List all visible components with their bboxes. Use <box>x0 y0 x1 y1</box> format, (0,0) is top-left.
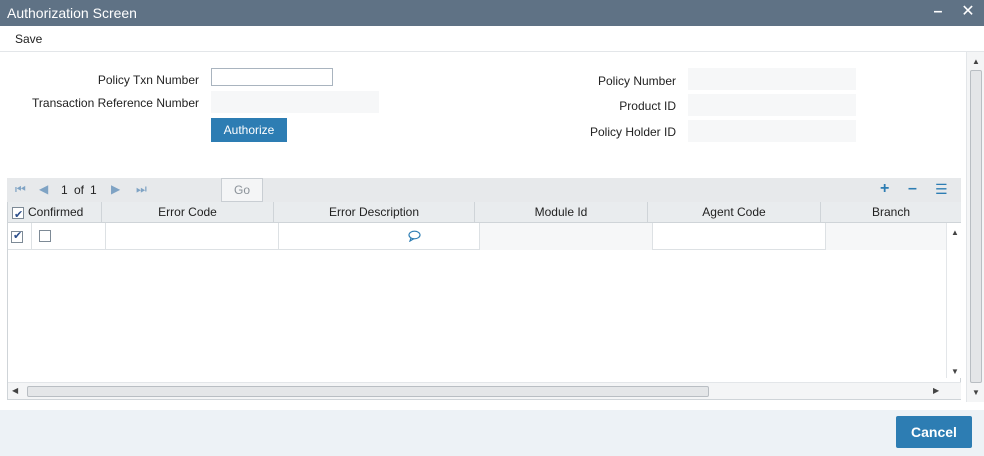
save-menu-item[interactable]: Save <box>15 32 42 46</box>
previous-page-icon[interactable]: ◀ <box>39 182 48 196</box>
policy-holder-id-field <box>688 120 856 142</box>
next-page-icon[interactable]: ▶ <box>111 182 120 196</box>
grid-vertical-scrollbar[interactable]: ▲ ▼ <box>946 223 961 378</box>
col-header-error-code[interactable]: Error Code <box>102 202 274 223</box>
window-titlebar: Authorization Screen – ✕ <box>0 0 984 26</box>
confirmed-cell <box>32 223 106 250</box>
error-code-cell <box>106 223 279 250</box>
table-row[interactable] <box>8 223 946 250</box>
main-scroll-up-icon[interactable]: ▲ <box>972 57 980 66</box>
transaction-reference-number-field <box>211 91 379 113</box>
col-header-confirmed[interactable]: Confirmed <box>28 202 102 223</box>
grid-header: Confirmed Error Code Error Description M… <box>8 202 961 226</box>
select-all-checkbox[interactable] <box>12 205 24 226</box>
authorize-button[interactable]: Authorize <box>211 118 287 142</box>
close-icon[interactable]: ✕ <box>958 2 978 22</box>
minimize-icon[interactable]: – <box>928 2 948 22</box>
confirmed-checkbox[interactable] <box>39 230 51 242</box>
main-vertical-scroll-thumb[interactable] <box>970 70 982 383</box>
menu-bar: Save <box>0 26 984 52</box>
last-page-icon[interactable]: ⏭ <box>136 182 147 197</box>
row-select-cell <box>8 223 32 250</box>
col-header-branch[interactable]: Branch <box>821 202 961 223</box>
page-total: 1 <box>90 183 97 197</box>
error-description-cell <box>279 223 480 250</box>
main-scroll-down-icon[interactable]: ▼ <box>972 388 980 397</box>
policy-txn-number-label: Policy Txn Number <box>97 73 199 87</box>
policy-number-label: Policy Number <box>597 74 676 88</box>
go-button[interactable]: Go <box>221 178 263 202</box>
delete-row-icon[interactable]: – <box>908 180 917 198</box>
col-header-error-description[interactable]: Error Description <box>274 202 475 223</box>
col-header-module-id[interactable]: Module Id <box>475 202 648 223</box>
policy-holder-id-label: Policy Holder ID <box>589 125 676 139</box>
product-id-label: Product ID <box>619 99 676 113</box>
main-vertical-scrollbar[interactable]: ▲ ▼ <box>966 52 984 402</box>
comment-icon[interactable] <box>408 230 421 242</box>
footer-bar <box>0 410 984 456</box>
branch-cell <box>826 223 946 250</box>
product-id-field <box>688 94 856 116</box>
select-all-cell <box>8 202 28 226</box>
cancel-button[interactable]: Cancel <box>896 416 972 448</box>
grid-horizontal-scroll-thumb[interactable] <box>27 386 709 397</box>
row-select-checkbox[interactable] <box>11 229 23 243</box>
module-id-cell <box>480 223 653 250</box>
add-row-icon[interactable]: + <box>880 180 889 198</box>
grid-toolbar: ⏮ ◀ 1 of 1 ▶ ⏭ Go + – ☰ <box>7 178 961 202</box>
grid-scroll-right-icon[interactable]: ▶ <box>933 386 939 395</box>
page-of-label: of <box>74 183 85 197</box>
grid-scroll-left-icon[interactable]: ◀ <box>12 386 18 395</box>
policy-txn-number-input[interactable] <box>211 68 333 86</box>
grid-scroll-down-icon[interactable]: ▼ <box>951 367 959 376</box>
policy-number-field <box>688 68 856 90</box>
grid-horizontal-scrollbar[interactable]: ◀ ▶ <box>8 382 961 399</box>
data-grid: Confirmed Error Code Error Description M… <box>7 202 961 400</box>
single-view-icon[interactable]: ☰ <box>935 181 948 198</box>
page-current: 1 <box>61 183 68 197</box>
transaction-reference-number-label: Transaction Reference Number <box>32 96 199 110</box>
window-title: Authorization Screen <box>7 5 137 21</box>
agent-code-cell <box>653 223 826 250</box>
grid-scroll-up-icon[interactable]: ▲ <box>951 228 959 237</box>
col-header-agent-code[interactable]: Agent Code <box>648 202 821 223</box>
first-page-icon[interactable]: ⏮ <box>15 182 26 197</box>
